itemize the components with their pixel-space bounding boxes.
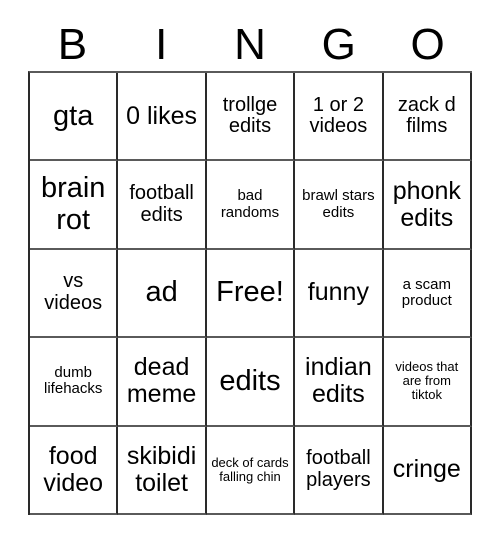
bingo-cell-label: football edits <box>129 182 194 226</box>
bingo-free-label: Free! <box>216 276 284 309</box>
bingo-cell-label: skibidi toilet <box>126 441 197 497</box>
bingo-cell-g2[interactable]: brawl stars edits <box>295 161 384 250</box>
bingo-cell-i3[interactable]: ad <box>118 249 207 339</box>
bingo-cell-o4[interactable]: videos that are from tiktok <box>383 338 472 427</box>
bingo-cell-b3[interactable]: vs videos <box>30 249 119 339</box>
bingo-cell-label: deck of cards falling chin <box>211 454 289 484</box>
bingo-cell-label: edits <box>219 364 281 397</box>
bingo-cell-label: dead meme <box>126 353 197 409</box>
bingo-cell-label: zack d films <box>397 93 456 138</box>
bingo-cell-n2[interactable]: bad randoms <box>206 161 296 250</box>
bingo-cell-g4[interactable]: indian edits <box>295 338 384 427</box>
bingo-cell-o1[interactable]: zack d films <box>383 73 472 162</box>
bingo-cell-i4[interactable]: dead meme <box>118 338 207 427</box>
bingo-cell-g5[interactable]: football players <box>295 426 384 515</box>
bingo-cell-label: videos that are from tiktok <box>395 359 459 403</box>
bingo-cell-b1[interactable]: gta <box>30 73 119 162</box>
header-letter-n: N <box>234 19 266 69</box>
header-letter-o: O <box>410 19 445 69</box>
bingo-cell-g3[interactable]: funny <box>295 249 384 339</box>
bingo-header-row: B I N G O <box>28 18 472 71</box>
bingo-cell-label: a scam product <box>401 275 452 309</box>
header-letter-i: I <box>155 19 168 69</box>
bingo-cell-label: funny <box>307 278 369 307</box>
bingo-cell-b5[interactable]: food video <box>30 426 119 515</box>
bingo-cell-n1[interactable]: trollge edits <box>206 73 296 162</box>
bingo-cell-label: brawl stars edits <box>302 187 375 221</box>
bingo-cell-label: trollge edits <box>222 93 278 138</box>
bingo-cell-label: phonk edits <box>392 176 461 232</box>
bingo-cell-free[interactable]: Free! <box>206 249 296 339</box>
bingo-cell-n4[interactable]: edits <box>206 338 296 427</box>
bingo-cell-o5[interactable]: cringe <box>383 426 472 515</box>
bingo-cell-b4[interactable]: dumb lifehacks <box>30 338 119 427</box>
bingo-cell-label: brain rot <box>40 172 106 236</box>
bingo-cell-i5[interactable]: skibidi toilet <box>118 426 207 515</box>
bingo-cell-label: 0 likes <box>126 101 198 130</box>
bingo-grid: gta 0 likes trollge edits 1 or 2 videos … <box>28 71 472 515</box>
bingo-cell-label: cringe <box>392 455 461 484</box>
bingo-cell-n5[interactable]: deck of cards falling chin <box>206 426 296 515</box>
bingo-cell-label: vs videos <box>44 270 103 314</box>
bingo-cell-b2[interactable]: brain rot <box>30 161 119 250</box>
bingo-cell-o3[interactable]: a scam product <box>383 249 472 339</box>
bingo-cell-i1[interactable]: 0 likes <box>118 73 207 162</box>
bingo-cell-i2[interactable]: football edits <box>118 161 207 250</box>
bingo-cell-label: gta <box>53 99 94 132</box>
bingo-cell-label: food video <box>43 441 104 497</box>
bingo-cell-label: dumb lifehacks <box>44 364 103 398</box>
bingo-cell-label: 1 or 2 videos <box>309 93 368 138</box>
header-letter-b: B <box>57 19 88 69</box>
bingo-cell-label: football players <box>306 447 371 491</box>
bingo-card: B I N G O gta 0 likes trollge edits 1 or… <box>0 0 500 544</box>
bingo-cell-label: ad <box>145 276 178 309</box>
bingo-cell-g1[interactable]: 1 or 2 videos <box>295 73 384 162</box>
header-letter-g: G <box>321 19 356 69</box>
bingo-cell-label: bad randoms <box>220 187 280 221</box>
bingo-cell-o2[interactable]: phonk edits <box>383 161 472 250</box>
bingo-cell-label: indian edits <box>305 353 372 409</box>
